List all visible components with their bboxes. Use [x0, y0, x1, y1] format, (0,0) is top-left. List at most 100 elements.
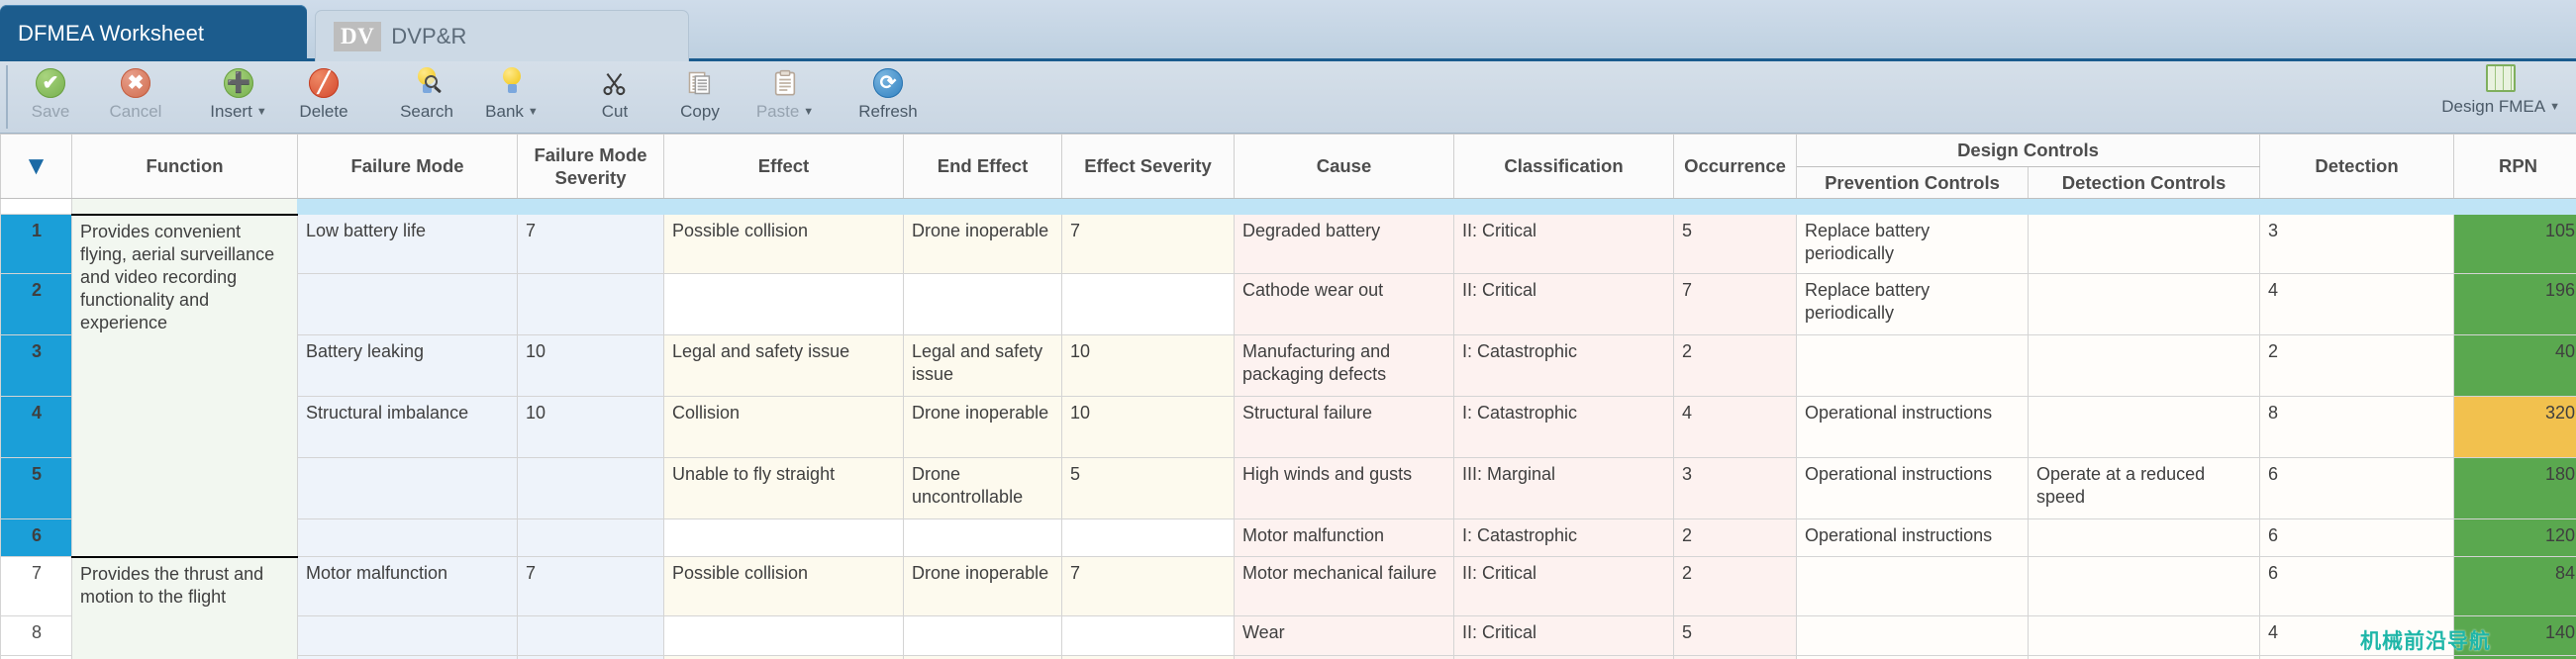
- strip-cell[interactable]: [2259, 198, 2454, 216]
- cell-detection[interactable]: 6: [2259, 556, 2454, 617]
- bank-button[interactable]: Bank ▼: [469, 61, 554, 129]
- insert-button[interactable]: ➕ Insert ▼: [196, 61, 281, 129]
- cancel-button[interactable]: ✖ Cancel: [93, 61, 178, 129]
- table-row[interactable]: 6 Motor malfunction I: Catastrophic 2 Operat…: [0, 518, 2576, 558]
- cell-effect-severity[interactable]: 5: [1061, 457, 1235, 520]
- chevron-down-icon[interactable]: ▼: [528, 106, 539, 118]
- cell-effect-severity[interactable]: [1061, 273, 1235, 336]
- cell-end-effect[interactable]: [903, 273, 1062, 336]
- strip-cell[interactable]: [663, 198, 904, 216]
- strip-cell[interactable]: [1234, 198, 1454, 216]
- cell-effect-severity[interactable]: 10: [1061, 396, 1235, 459]
- column-header-design-controls[interactable]: Design Controls: [1796, 134, 2260, 167]
- strip-cell[interactable]: [517, 198, 664, 216]
- filter-button[interactable]: ▼: [0, 134, 72, 200]
- cell-prevention-controls[interactable]: Operational instructions: [1796, 518, 2029, 558]
- cut-button[interactable]: Cut: [572, 61, 657, 129]
- cell-cause[interactable]: Manufacturing and packaging defects: [1234, 334, 1454, 398]
- cell-occurrence[interactable]: 5: [1673, 214, 1797, 275]
- cell-failure-mode-severity[interactable]: 10: [517, 396, 664, 459]
- cell-detection[interactable]: 8: [2259, 396, 2454, 459]
- cell-detection[interactable]: 6: [2259, 518, 2454, 558]
- cell-occurrence[interactable]: 3: [1673, 457, 1797, 520]
- cell-classification[interactable]: II: Critical: [1453, 273, 1674, 336]
- cell-detection[interactable]: 4: [2259, 273, 2454, 336]
- cell-cause[interactable]: Motor malfunction: [1234, 518, 1454, 558]
- row-number[interactable]: 6: [0, 518, 72, 558]
- cell-cause[interactable]: Wear: [1234, 615, 1454, 657]
- cell-effect[interactable]: [663, 273, 904, 336]
- cell-effect[interactable]: [663, 518, 904, 558]
- cell-rpn[interactable]: 140: [2453, 615, 2576, 657]
- table-row[interactable]: 1 Provides convenient flying, aerial surv…: [0, 213, 2576, 558]
- cell-effect[interactable]: Possible collision: [663, 556, 904, 617]
- fmea-grid[interactable]: ▼ Function Failure Mode Failure Mode Sev…: [0, 134, 2576, 659]
- cell-failure-mode-severity[interactable]: [517, 615, 664, 657]
- column-header-detection-controls[interactable]: Detection Controls: [2028, 165, 2260, 200]
- cell-effect-severity[interactable]: 7: [1061, 556, 1235, 617]
- cell-end-effect[interactable]: [903, 615, 1062, 657]
- save-button[interactable]: ✔ Save: [8, 61, 93, 129]
- column-header-effect[interactable]: Effect: [663, 134, 904, 200]
- column-header-detection[interactable]: Detection: [2259, 134, 2454, 200]
- cell-rpn[interactable]: 180: [2453, 457, 2576, 520]
- column-header-prevention-controls[interactable]: Prevention Controls: [1796, 165, 2029, 200]
- cell-cause[interactable]: Motor mechanical failure: [1234, 556, 1454, 617]
- tab-dvpr[interactable]: DV DVP&R: [315, 10, 689, 61]
- cell-rpn[interactable]: 84: [2453, 556, 2576, 617]
- row-number[interactable]: 3: [0, 334, 72, 398]
- cell-failure-mode[interactable]: [297, 518, 518, 558]
- table-row[interactable]: 3 Battery leaking 10 Legal and safety issue…: [0, 334, 2576, 398]
- cell-failure-mode-severity[interactable]: 7: [517, 214, 664, 275]
- strip-cell[interactable]: [903, 198, 1062, 216]
- cell-classification[interactable]: II: Critical: [1453, 214, 1674, 275]
- strip-cell[interactable]: [1796, 198, 2029, 216]
- cell-rpn[interactable]: 196: [2453, 273, 2576, 336]
- table-row[interactable]: 5 Unable to fly straight Drone uncontrolla…: [0, 457, 2576, 520]
- strip-cell[interactable]: [1453, 198, 1674, 216]
- delete-button[interactable]: ╱ Delete: [281, 61, 366, 129]
- design-fmea-button[interactable]: Design FMEA ▼: [2441, 64, 2560, 117]
- cell-failure-mode[interactable]: [297, 273, 518, 336]
- cell-end-effect[interactable]: Drone inoperable: [903, 396, 1062, 459]
- column-header-cause[interactable]: Cause: [1234, 134, 1454, 200]
- cell-classification[interactable]: III: Marginal: [1453, 457, 1674, 520]
- strip-cell[interactable]: [2453, 198, 2576, 216]
- cell-end-effect[interactable]: Drone uncontrollable: [903, 457, 1062, 520]
- cell-failure-mode-severity[interactable]: [517, 273, 664, 336]
- cell-end-effect[interactable]: Drone inoperable: [903, 556, 1062, 617]
- cell-occurrence[interactable]: 4: [1673, 396, 1797, 459]
- cell-failure-mode[interactable]: [297, 457, 518, 520]
- cell-rpn[interactable]: 120: [2453, 518, 2576, 558]
- row-number[interactable]: 2: [0, 273, 72, 336]
- cell-prevention-controls[interactable]: Operational instructions: [1796, 457, 2029, 520]
- strip-cell[interactable]: [1673, 198, 1797, 216]
- column-header-classification[interactable]: Classification: [1453, 134, 1674, 200]
- cell-effect-severity[interactable]: [1061, 518, 1235, 558]
- cell-effect[interactable]: Legal and safety issue: [663, 334, 904, 398]
- paste-button[interactable]: Paste ▼: [743, 61, 828, 129]
- cell-occurrence[interactable]: 5: [1673, 615, 1797, 657]
- table-row[interactable]: 7 Provides the thrust and motion to the f…: [0, 555, 2576, 659]
- strip-cell[interactable]: [2028, 198, 2260, 216]
- cell-detection-controls[interactable]: [2028, 518, 2260, 558]
- column-header-effect-severity[interactable]: Effect Severity: [1061, 134, 1235, 200]
- strip-cell[interactable]: [71, 198, 298, 216]
- cell-effect[interactable]: [663, 615, 904, 657]
- cell-failure-mode-severity[interactable]: [517, 518, 664, 558]
- cell-end-effect[interactable]: Drone inoperable: [903, 214, 1062, 275]
- cell-detection-controls[interactable]: [2028, 556, 2260, 617]
- cell-occurrence[interactable]: 7: [1673, 273, 1797, 336]
- column-header-rpn[interactable]: RPN: [2453, 134, 2576, 200]
- chevron-down-icon[interactable]: ▼: [803, 106, 814, 118]
- row-number[interactable]: 4: [0, 396, 72, 459]
- cell-prevention-controls[interactable]: Replace battery periodically: [1796, 273, 2029, 336]
- cell-detection-controls[interactable]: [2028, 396, 2260, 459]
- cell-failure-mode[interactable]: [297, 615, 518, 657]
- cell-detection[interactable]: 6: [2259, 457, 2454, 520]
- cell-prevention-controls[interactable]: Operational instructions: [1796, 396, 2029, 459]
- cell-detection[interactable]: 4: [2259, 615, 2454, 657]
- column-header-failure-mode[interactable]: Failure Mode: [297, 134, 518, 200]
- cell-prevention-controls[interactable]: [1796, 556, 2029, 617]
- table-row[interactable]: 4 Structural imbalance 10 Collision Drone in…: [0, 396, 2576, 459]
